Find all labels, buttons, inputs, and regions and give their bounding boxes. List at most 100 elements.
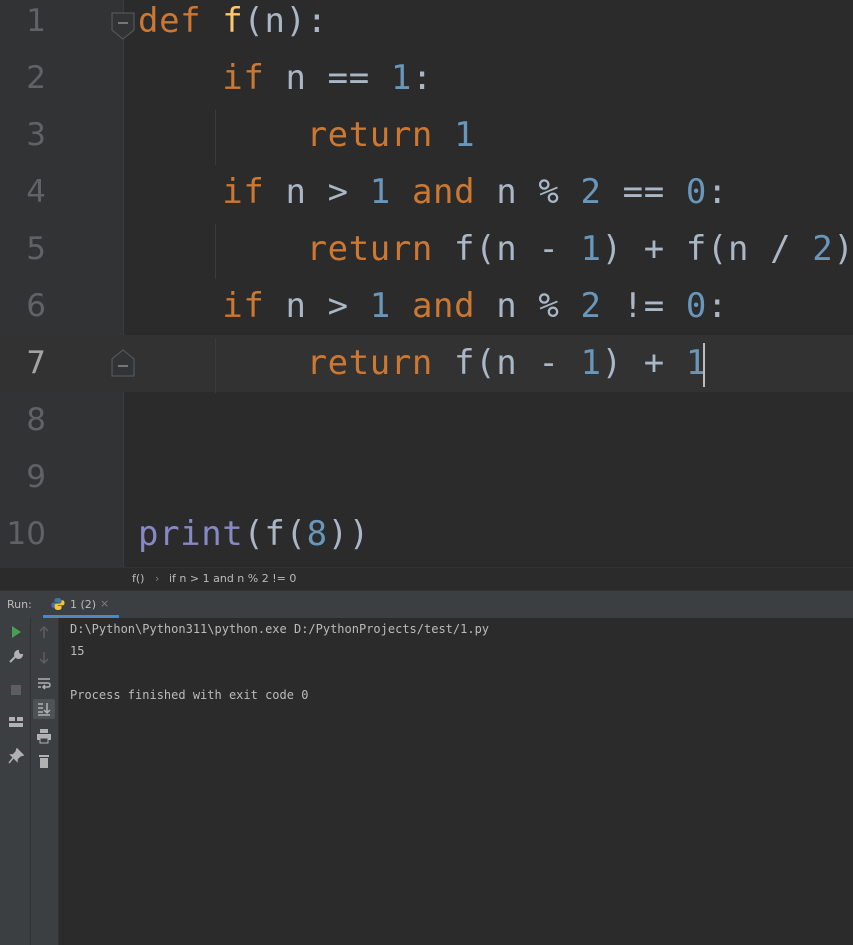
run-label: Run: <box>7 598 32 611</box>
code-token: if <box>222 172 265 212</box>
python-icon <box>51 597 65 614</box>
code-token: return <box>306 343 433 383</box>
code-token: n > <box>264 286 370 326</box>
indent-guide <box>215 110 216 165</box>
code-token: 2 <box>580 172 602 212</box>
code-token: ) + <box>601 343 686 383</box>
code-token: 1 <box>454 115 476 155</box>
code-token: f(n - <box>432 343 581 383</box>
code-token: n > <box>264 172 370 212</box>
code-line[interactable]: 4 if n > 1 and n % 2 == 0: <box>0 164 853 221</box>
console-command-line: D:\Python\Python311\python.exe D:/Python… <box>70 622 490 636</box>
code-token: 2 <box>812 229 834 269</box>
fold-collapse-icon[interactable] <box>111 12 135 40</box>
run-console-output[interactable]: D:\Python\Python311\python.exe D:/Python… <box>59 618 853 945</box>
wrench-icon[interactable] <box>8 649 24 665</box>
trash-icon[interactable] <box>36 753 52 769</box>
console-toolbar <box>31 618 59 945</box>
code-token: : <box>706 172 729 212</box>
code-token: ) <box>833 229 853 269</box>
scroll-to-end-icon[interactable] <box>36 701 52 717</box>
breadcrumb-item-function[interactable]: f() <box>132 572 144 585</box>
code-token: if <box>222 286 265 326</box>
code-token: f <box>222 1 244 41</box>
text-caret <box>703 343 705 387</box>
console-output-value: 15 <box>70 644 85 658</box>
line-number: 8 <box>26 402 46 438</box>
code-token: and <box>411 172 476 212</box>
close-icon[interactable]: × <box>100 597 109 610</box>
pin-icon[interactable] <box>8 748 24 764</box>
line-number: 5 <box>26 231 46 267</box>
code-token: if <box>222 58 265 98</box>
breadcrumb-separator: › <box>155 572 160 585</box>
line-number: 6 <box>26 288 46 324</box>
code-text: return 1 <box>138 107 475 164</box>
indent-guide <box>215 224 216 279</box>
console-exit-message: Process finished with exit code 0 <box>70 688 309 702</box>
run-panel-header: Run: 1 (2) × <box>0 590 853 619</box>
run-tab-label: 1 (2) <box>70 598 97 611</box>
run-icon[interactable] <box>8 624 24 640</box>
code-line[interactable]: 2 if n == 1: <box>0 50 853 107</box>
code-token: f(n - <box>432 229 581 269</box>
code-text: return f(n - 1) + f(n / 2) <box>138 221 853 278</box>
indent-guide <box>215 338 216 393</box>
code-text: if n == 1: <box>138 50 433 107</box>
code-token: == <box>601 172 686 212</box>
soft-wrap-icon[interactable] <box>36 676 52 692</box>
line-number: 1 <box>26 3 46 39</box>
code-token: def <box>138 1 202 41</box>
code-editor[interactable]: 1 def f(n): 2 if n == 1: 3 return 14 if n >… <box>0 0 853 567</box>
arrow-down-icon[interactable] <box>36 650 52 666</box>
code-token: 1 <box>580 343 602 383</box>
fold-end-icon[interactable] <box>111 349 135 377</box>
layout-icon[interactable] <box>8 714 24 730</box>
breadcrumb-item-condition[interactable]: if n > 1 and n % 2 != 0 <box>169 572 296 585</box>
code-token: 1 <box>369 172 391 212</box>
code-line[interactable]: 3 return 1 <box>0 107 853 164</box>
line-number: 7 <box>26 345 46 381</box>
code-token: 1 <box>580 229 602 269</box>
run-toolbar <box>0 618 31 945</box>
print-icon[interactable] <box>36 728 52 744</box>
line-number: 9 <box>26 459 46 495</box>
code-line[interactable]: 8 <box>0 392 853 449</box>
code-token: return <box>306 115 433 155</box>
code-token: 0 <box>685 172 707 212</box>
stop-icon[interactable] <box>8 682 24 698</box>
code-token: 2 <box>580 286 602 326</box>
arrow-up-icon[interactable] <box>36 624 52 640</box>
code-token: )) <box>327 514 370 554</box>
line-number: 2 <box>26 60 46 96</box>
code-token: (n): <box>243 1 328 41</box>
code-text: if n > 1 and n % 2 == 0: <box>138 164 728 221</box>
code-text: if n > 1 and n % 2 != 0: <box>138 278 728 335</box>
code-token: n == <box>264 58 391 98</box>
code-token: (f( <box>243 514 307 554</box>
breadcrumb: f() › if n > 1 and n % 2 != 0 <box>0 567 853 590</box>
line-number: 10 <box>6 516 46 552</box>
line-number: 3 <box>26 117 46 153</box>
code-token: 1 <box>369 286 391 326</box>
code-line[interactable]: 5 return f(n - 1) + f(n / 2) <box>0 221 853 278</box>
code-token: and <box>411 286 476 326</box>
run-tab[interactable]: 1 (2) × <box>43 591 119 618</box>
line-number: 4 <box>26 174 46 210</box>
code-line[interactable]: 6 if n > 1 and n % 2 != 0: <box>0 278 853 335</box>
code-text: def f(n): <box>138 0 328 50</box>
code-token: n % <box>475 172 581 212</box>
code-token: print <box>138 514 244 554</box>
code-line[interactable]: 9 <box>0 449 853 506</box>
code-line[interactable]: 10 print(f(8)) <box>0 506 853 563</box>
code-token: : <box>706 286 729 326</box>
code-token: != <box>601 286 686 326</box>
